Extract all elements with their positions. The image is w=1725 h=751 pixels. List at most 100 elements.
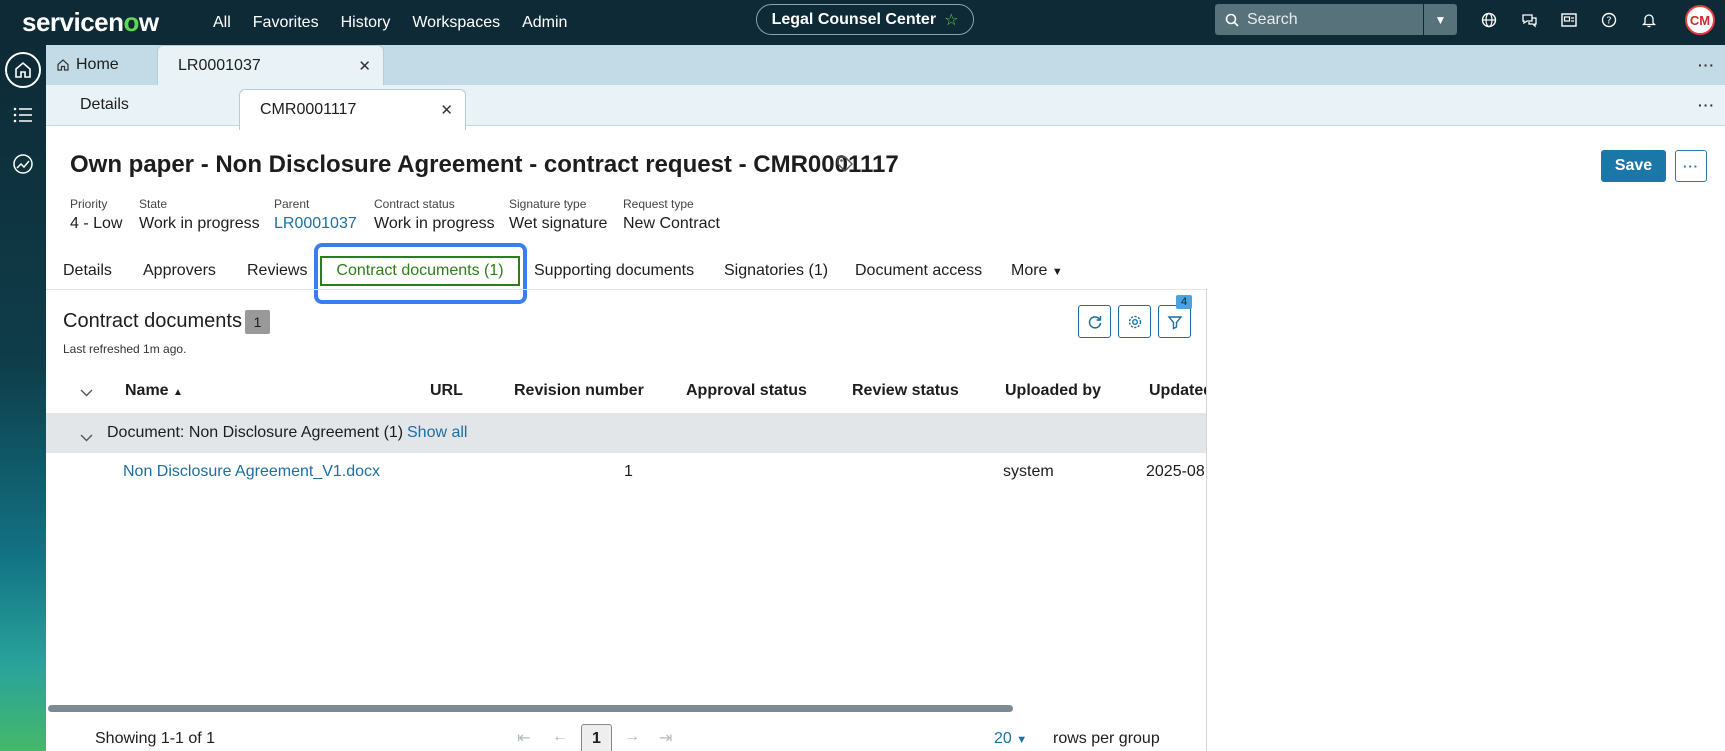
field-value: Wet signature [509,215,608,232]
save-button[interactable]: Save [1601,150,1666,182]
nav-workspaces[interactable]: Workspaces [401,14,511,32]
collapse-all-chevron-icon[interactable] [80,384,93,400]
column-header-url[interactable]: URL [430,382,463,400]
workspace-pill-label: Legal Counsel Center [771,10,937,28]
field-value: Work in progress [374,215,495,232]
help-icon[interactable]: ? [1598,9,1620,31]
nav-favorites[interactable]: Favorites [242,14,330,32]
close-icon[interactable]: ✕ [358,57,371,75]
rtab-reviews[interactable]: Reviews [247,262,307,280]
field-signature-type: Signature type Wet signature [509,197,607,233]
rtab-contract-documents[interactable]: Contract documents (1) [320,256,520,286]
show-all-link[interactable]: Show all [407,424,467,442]
filter-button[interactable] [1158,305,1191,338]
column-header-uploaded-by[interactable]: Uploaded by [1005,382,1101,400]
secondary-tab-bar: Details CMR0001117 ✕ ··· [46,85,1725,130]
record-title: Own paper - Non Disclosure Agreement - c… [70,151,899,178]
home-icon[interactable] [5,52,41,88]
rtab-approvers[interactable]: Approvers [143,262,216,280]
caret-down-icon: ▼ [1434,12,1447,27]
field-label: Request type [623,197,694,211]
search-placeholder: Search [1247,10,1298,28]
field-label: Contract status [374,197,455,211]
globe-icon[interactable] [1478,9,1500,31]
document-name-link[interactable]: Non Disclosure Agreement_V1.docx [123,463,380,481]
group-collapse-chevron-icon[interactable] [80,429,93,445]
tab-lr0001037-label: LR0001037 [178,56,261,74]
showing-count-text: Showing 1-1 of 1 [95,730,216,747]
tag-icon[interactable] [836,155,854,178]
tab-details[interactable]: Details [80,85,200,125]
field-label: State [139,197,168,211]
last-page-icon[interactable]: ⇥ [659,728,672,748]
rows-per-group-select[interactable]: 20 ▼ [994,730,1027,748]
more-actions-button[interactable]: ··· [1675,150,1707,182]
servicenow-logo[interactable]: servicenow [22,7,202,38]
next-page-icon[interactable]: → [624,728,640,746]
tab-cmr0001117-label: CMR0001117 [260,101,357,118]
settings-button[interactable] [1118,305,1151,338]
current-page-button[interactable]: 1 [581,724,612,751]
tab-home[interactable]: Home [56,45,156,85]
column-header-name-label: Name [125,382,169,399]
global-search-input[interactable]: Search [1215,4,1423,35]
column-header-review-status[interactable]: Review status [852,382,959,400]
nav-admin[interactable]: Admin [511,14,578,32]
field-value: 4 - Low [70,215,123,232]
rtab-supporting-documents[interactable]: Supporting documents [534,262,694,280]
caret-down-icon: ▼ [1051,266,1063,278]
close-icon[interactable]: ✕ [440,101,453,119]
field-priority: Priority 4 - Low [70,197,122,233]
list-icon[interactable] [5,97,41,133]
field-state: State Work in progress [139,197,260,233]
last-refreshed-text: Last refreshed 1m ago. [63,342,187,356]
nav-history[interactable]: History [330,14,402,32]
rtab-signatories[interactable]: Signatories (1) [724,262,828,280]
tab-overflow-menu[interactable]: ··· [1698,57,1715,73]
revision-number-cell: 1 [624,463,633,480]
star-icon[interactable]: ☆ [944,10,958,30]
refresh-button[interactable] [1078,305,1111,338]
left-rail [0,45,46,751]
tab-lr0001037[interactable]: LR0001037 ✕ [157,45,384,85]
column-header-revision-number[interactable]: Revision number [514,382,644,400]
chat-icon[interactable] [1518,9,1540,31]
rtab-contract-documents-label: Contract documents (1) [336,262,504,279]
rtab-details[interactable]: Details [63,262,112,280]
column-header-name[interactable]: Name ▲ [125,382,183,400]
first-page-icon[interactable]: ⇤ [517,728,530,748]
previous-page-icon[interactable]: ← [552,728,568,746]
parent-link[interactable]: LR0001037 [274,215,357,233]
filter-icon [1167,315,1182,330]
rows-per-group-label: rows per group [1053,730,1160,747]
analytics-icon[interactable] [5,146,41,182]
field-value: Work in progress [139,215,260,232]
column-header-updated[interactable]: Updated [1149,382,1206,400]
svg-text:?: ? [1606,16,1611,27]
rows-per-group-value: 20 [994,730,1012,747]
tab-cmr0001117[interactable]: CMR0001117 ✕ [239,89,466,130]
panel-divider [1206,289,1207,751]
user-avatar[interactable]: CM [1685,5,1715,35]
column-header-approval-status[interactable]: Approval status [686,382,807,400]
rtab-document-access[interactable]: Document access [855,262,982,280]
tabs-divider [46,289,1206,290]
primary-tab-bar: Home LR0001037 ✕ ··· [46,45,1725,85]
field-label: Signature type [509,197,587,211]
workspace-pill[interactable]: Legal Counsel Center ☆ [756,4,974,35]
rtab-more[interactable]: More ▼ [1011,262,1063,280]
caret-down-icon: ▼ [1016,734,1028,746]
search-scope-dropdown[interactable]: ▼ [1424,4,1457,35]
tab-home-label: Home [76,56,119,73]
rtab-more-label: More [1011,262,1048,279]
group-label: Document: Non Disclosure Agreement (1) [107,424,404,441]
uploaded-by-cell: system [1003,463,1054,480]
contextual-app-icon[interactable] [1558,9,1580,31]
horizontal-scrollbar[interactable] [48,705,1013,712]
home-small-icon [57,59,69,71]
subtab-overflow-menu[interactable]: ··· [1698,97,1715,113]
bell-icon[interactable] [1638,9,1660,31]
field-request-type: Request type New Contract [623,197,720,233]
nav-all[interactable]: All [202,14,242,32]
field-value: New Contract [623,215,720,232]
